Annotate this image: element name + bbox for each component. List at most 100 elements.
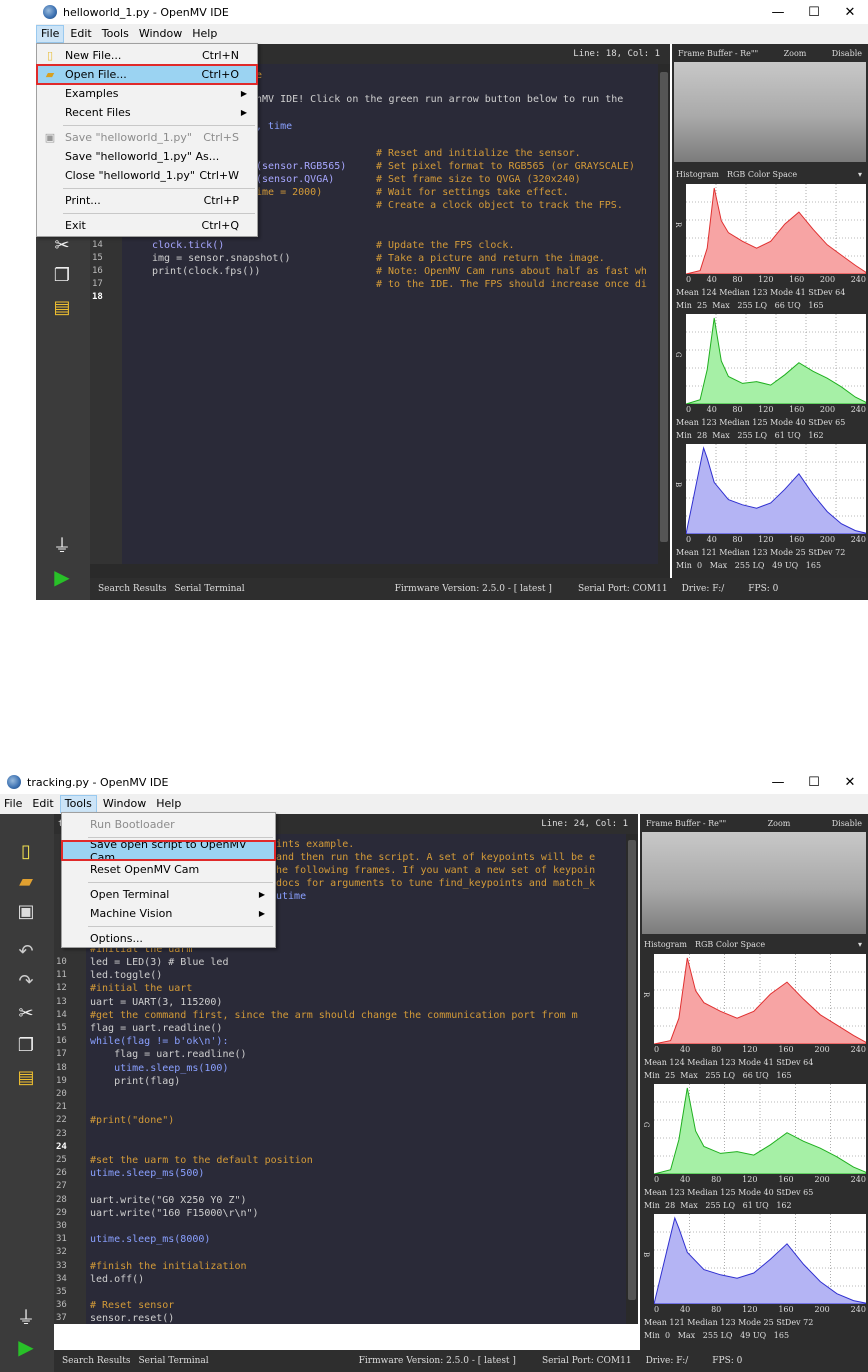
minimize-button[interactable]: — (760, 770, 796, 794)
line-number: 13 (56, 996, 67, 1007)
shortcut: Ctrl+S (203, 131, 239, 144)
menu-item-examples[interactable]: Examples ▶ (37, 84, 257, 103)
menu-item-print[interactable]: Print... Ctrl+P (37, 191, 257, 210)
paste-icon[interactable]: ▤ (14, 1066, 38, 1088)
cut-icon[interactable]: ✂ (50, 234, 74, 256)
status-bar: Search Results Serial Terminal Firmware … (90, 578, 868, 600)
tick-label: 0 (686, 535, 692, 544)
tick-label: 120 (758, 535, 774, 544)
menu-edit[interactable]: Edit (66, 25, 95, 43)
menu-help[interactable]: Help (152, 795, 185, 813)
line-number: 16 (56, 1036, 67, 1047)
run-icon[interactable]: ▶ (50, 565, 74, 589)
code-fragment: and then run the script. A set of keypoi… (276, 852, 596, 863)
editor-vertical-scrollbar[interactable] (626, 834, 638, 1324)
copy-icon[interactable]: ❐ (14, 1034, 38, 1056)
firmware-version[interactable]: Firmware Version: 2.5.0 - [ latest ] (395, 584, 552, 594)
tick-label: 120 (742, 1175, 758, 1184)
menu-item-reset-cam[interactable]: Reset OpenMV Cam (62, 860, 275, 879)
menu-tools[interactable]: Tools (98, 25, 133, 43)
menu-file[interactable]: File (0, 795, 26, 813)
menu-item-label: Close "helloworld_1.py" (65, 169, 195, 182)
menu-separator (63, 188, 255, 189)
disable-button[interactable]: Disable (832, 819, 862, 828)
tick-label: 240 (850, 1175, 866, 1184)
menu-window[interactable]: Window (99, 795, 150, 813)
tick-label: 240 (850, 1305, 866, 1314)
menu-item-machine-vision[interactable]: Machine Vision ▶ (62, 904, 275, 923)
window-helloworld: helloworld_1.py - OpenMV IDE — ☐ ✕ File … (36, 0, 868, 600)
firmware-version[interactable]: Firmware Version: 2.5.0 - [ latest ] (359, 1356, 516, 1366)
code-comment: # Note: OpenMV Cam runs about half as fa… (376, 266, 647, 277)
code-comment: # Take a picture and return the image. (376, 253, 605, 264)
connect-icon[interactable]: ⏚ (14, 1306, 38, 1329)
code-comment: # Wait for settings take effect. (376, 187, 569, 198)
menu-window[interactable]: Window (135, 25, 186, 43)
menu-item-save[interactable]: Save "helloworld_1.py" Ctrl+S (37, 128, 257, 147)
histogram-plot (686, 314, 866, 404)
tick-label: 160 (789, 535, 805, 544)
menu-item-run-bootloader[interactable]: Run Bootloader (62, 815, 275, 834)
menu-item-label: Options... (90, 932, 143, 945)
menu-item-save-as[interactable]: Save "helloworld_1.py" As... (37, 147, 257, 166)
search-results-tab[interactable]: Search Results (98, 584, 167, 594)
new-file-icon[interactable]: ▯ (14, 840, 38, 862)
chevron-down-icon[interactable]: ▾ (858, 170, 862, 179)
tick-label: 0 (654, 1175, 660, 1184)
histogram-g (654, 1084, 866, 1174)
color-space-select[interactable]: RGB Color Space (727, 170, 797, 179)
editor-horizontal-scrollbar[interactable] (90, 564, 670, 578)
paste-icon[interactable]: ▤ (50, 296, 74, 318)
search-results-tab[interactable]: Search Results (62, 1356, 131, 1366)
code-line: utime.sleep_ms(100) (90, 1062, 229, 1074)
menu-item-open-terminal[interactable]: Open Terminal ▶ (62, 885, 275, 904)
connect-icon[interactable]: ⏚ (50, 534, 74, 557)
undo-icon[interactable]: ↶ (14, 940, 38, 962)
zoom-button[interactable]: Zoom (768, 819, 791, 828)
color-space-select[interactable]: RGB Color Space (695, 940, 765, 949)
serial-terminal-tab[interactable]: Serial Terminal (139, 1356, 209, 1366)
menu-help[interactable]: Help (188, 25, 221, 43)
window-tracking: tracking.py - OpenMV IDE — ☐ ✕ File Edit… (0, 770, 868, 1372)
code-fragment: , time (256, 121, 293, 132)
menu-item-options[interactable]: Options... (62, 929, 275, 948)
redo-icon[interactable]: ↷ (14, 970, 38, 992)
zoom-button[interactable]: Zoom (784, 49, 807, 58)
frame-buffer-label: Frame Buffer - Re"" (646, 818, 727, 828)
menu-bar: File Edit Tools Window Help (36, 24, 868, 44)
editor-vertical-scrollbar[interactable] (658, 64, 670, 564)
histogram-plot (686, 444, 866, 534)
histogram-label: Histogram (644, 939, 687, 949)
menu-tools[interactable]: Tools (59, 795, 97, 813)
menu-file[interactable]: File (36, 25, 65, 43)
disable-button[interactable]: Disable (832, 49, 862, 58)
code-comment: # Set frame size to QVGA (320x240) (376, 174, 581, 185)
menu-edit[interactable]: Edit (28, 795, 57, 813)
menu-item-open-file[interactable]: Open File... Ctrl+O (36, 64, 258, 85)
open-folder-icon[interactable]: ▰ (14, 870, 38, 892)
menu-item-close[interactable]: Close "helloworld_1.py" Ctrl+W (37, 166, 257, 185)
tick-label: 160 (789, 275, 805, 284)
menu-item-exit[interactable]: Exit Ctrl+Q (37, 216, 257, 235)
tools-menu-dropdown: Run Bootloader Save open script to OpenM… (61, 812, 276, 948)
close-button[interactable]: ✕ (832, 0, 868, 24)
menu-item-new-file[interactable]: New File... Ctrl+N (37, 46, 257, 65)
histogram-area (686, 187, 866, 274)
cut-icon[interactable]: ✂ (14, 1002, 38, 1024)
run-icon[interactable]: ▶ (14, 1335, 38, 1359)
maximize-button[interactable]: ☐ (796, 770, 832, 794)
serial-terminal-tab[interactable]: Serial Terminal (175, 584, 245, 594)
code-fragment: docs for arguments to tune find_keypoint… (276, 878, 596, 889)
save-icon[interactable]: ▣ (14, 900, 38, 922)
chevron-down-icon[interactable]: ▾ (858, 940, 862, 949)
code-line: while(flag != b'ok\n'): (90, 1036, 229, 1048)
menu-item-recent-files[interactable]: Recent Files ▶ (37, 103, 257, 122)
copy-icon[interactable]: ❐ (50, 264, 74, 286)
close-button[interactable]: ✕ (832, 770, 868, 794)
fps-readout: FPS: 0 (712, 1356, 743, 1366)
line-number: 17 (56, 1049, 67, 1060)
menu-item-save-script-to-cam[interactable]: Save open script to OpenMV Cam (61, 838, 276, 864)
menu-bar: File Edit Tools Window Help (0, 794, 868, 814)
maximize-button[interactable]: ☐ (796, 0, 832, 24)
minimize-button[interactable]: — (760, 0, 796, 24)
